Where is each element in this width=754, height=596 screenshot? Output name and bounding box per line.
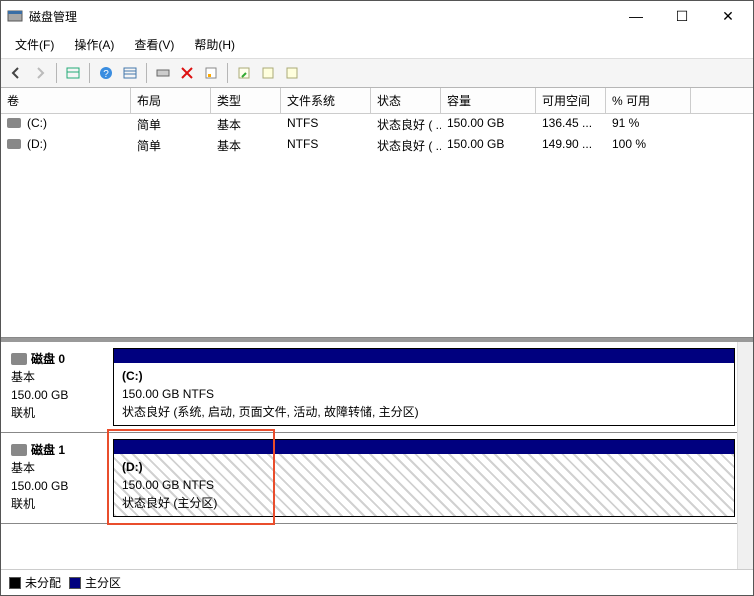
- vol-name: (C:): [27, 116, 47, 130]
- col-capacity[interactable]: 容量: [441, 88, 536, 113]
- forward-button[interactable]: [29, 62, 51, 84]
- partition-bar: [114, 349, 734, 363]
- disk-name: 磁盘 1: [31, 443, 65, 457]
- col-layout[interactable]: 布局: [131, 88, 211, 113]
- vol-name: (D:): [27, 137, 47, 151]
- disk-state: 联机: [11, 495, 103, 513]
- toolbar: ?: [1, 59, 753, 88]
- svg-text:?: ?: [103, 69, 109, 80]
- disk-label[interactable]: 磁盘 1 基本 150.00 GB 联机: [7, 439, 107, 517]
- vol-status: 状态良好 ( ...: [371, 135, 441, 156]
- legend: 未分配 主分区: [1, 569, 753, 595]
- vol-status: 状态良好 ( ...: [371, 114, 441, 135]
- toolbar-view-icon[interactable]: [62, 62, 84, 84]
- disk-label[interactable]: 磁盘 0 基本 150.00 GB 联机: [7, 348, 107, 426]
- close-button[interactable]: ✕: [705, 1, 751, 31]
- partition-size: 150.00 GB NTFS: [122, 478, 214, 492]
- properties-icon[interactable]: [200, 62, 222, 84]
- disk-row: 磁盘 0 基本 150.00 GB 联机 (C:) 150.00 GB NTFS…: [1, 342, 753, 433]
- disk-icon: [7, 118, 21, 128]
- minimize-button[interactable]: —: [613, 1, 659, 31]
- toolbar-disks-icon[interactable]: [152, 62, 174, 84]
- separator: [56, 63, 57, 83]
- partition[interactable]: (C:) 150.00 GB NTFS 状态良好 (系统, 启动, 页面文件, …: [113, 348, 735, 426]
- col-type[interactable]: 类型: [211, 88, 281, 113]
- vol-capacity: 150.00 GB: [441, 114, 536, 135]
- partition-size: 150.00 GB NTFS: [122, 387, 214, 401]
- partition-title: (C:): [122, 369, 143, 383]
- partition-status: 状态良好 (系统, 启动, 页面文件, 活动, 故障转储, 主分区): [122, 405, 419, 419]
- disk-icon: [11, 444, 27, 456]
- menu-view[interactable]: 查看(V): [124, 33, 184, 56]
- vol-pct: 100 %: [606, 135, 691, 156]
- volume-row[interactable]: (C:) 简单 基本 NTFS 状态良好 ( ... 150.00 GB 136…: [1, 114, 753, 135]
- vol-layout: 简单: [131, 135, 211, 156]
- vol-capacity: 150.00 GB: [441, 135, 536, 156]
- swatch-primary: [69, 577, 81, 589]
- col-free[interactable]: 可用空间: [536, 88, 606, 113]
- swatch-unallocated: [9, 577, 21, 589]
- disk-icon: [11, 353, 27, 365]
- disk-kind: 基本: [11, 368, 103, 386]
- toolbar-icon-a[interactable]: [257, 62, 279, 84]
- menu-file[interactable]: 文件(F): [5, 33, 64, 56]
- partition-bar: [114, 440, 734, 454]
- vol-fs: NTFS: [281, 114, 371, 135]
- vol-layout: 简单: [131, 114, 211, 135]
- disk-row: 磁盘 1 基本 150.00 GB 联机 (D:) 150.00 GB NTFS…: [1, 433, 753, 524]
- separator: [146, 63, 147, 83]
- maximize-button[interactable]: ☐: [659, 1, 705, 31]
- volume-list: 卷 布局 类型 文件系统 状态 容量 可用空间 % 可用 (C:) 简单 基本 …: [1, 88, 753, 338]
- vol-type: 基本: [211, 114, 281, 135]
- menu-bar: 文件(F) 操作(A) 查看(V) 帮助(H): [1, 31, 753, 59]
- vol-free: 149.90 ...: [536, 135, 606, 156]
- disk-size: 150.00 GB: [11, 386, 103, 404]
- disk-kind: 基本: [11, 459, 103, 477]
- col-pct[interactable]: % 可用: [606, 88, 691, 113]
- disk-icon: [7, 139, 21, 149]
- disk-graphical-view: 磁盘 0 基本 150.00 GB 联机 (C:) 150.00 GB NTFS…: [1, 338, 753, 569]
- vol-pct: 91 %: [606, 114, 691, 135]
- menu-help[interactable]: 帮助(H): [184, 33, 245, 56]
- back-button[interactable]: [5, 62, 27, 84]
- scrollbar[interactable]: [737, 342, 753, 569]
- window-title: 磁盘管理: [29, 8, 613, 25]
- col-filesystem[interactable]: 文件系统: [281, 88, 371, 113]
- volume-row[interactable]: (D:) 简单 基本 NTFS 状态良好 ( ... 150.00 GB 149…: [1, 135, 753, 156]
- app-icon: [7, 8, 23, 24]
- legend-unallocated: 未分配: [25, 576, 61, 590]
- col-volume[interactable]: 卷: [1, 88, 131, 113]
- vol-fs: NTFS: [281, 135, 371, 156]
- partition-title: (D:): [122, 460, 143, 474]
- disk-size: 150.00 GB: [11, 477, 103, 495]
- title-bar: 磁盘管理 — ☐ ✕: [1, 1, 753, 31]
- partition[interactable]: (D:) 150.00 GB NTFS 状态良好 (主分区): [113, 439, 735, 517]
- volume-list-body: (C:) 简单 基本 NTFS 状态良好 ( ... 150.00 GB 136…: [1, 114, 753, 156]
- menu-action[interactable]: 操作(A): [64, 33, 124, 56]
- separator: [89, 63, 90, 83]
- col-spacer: [691, 88, 753, 113]
- vol-free: 136.45 ...: [536, 114, 606, 135]
- separator: [227, 63, 228, 83]
- toolbar-list-icon[interactable]: [119, 62, 141, 84]
- partition-status: 状态良好 (主分区): [122, 496, 217, 510]
- help-icon[interactable]: ?: [95, 62, 117, 84]
- refresh-icon[interactable]: [233, 62, 255, 84]
- vol-type: 基本: [211, 135, 281, 156]
- toolbar-icon-b[interactable]: [281, 62, 303, 84]
- disk-name: 磁盘 0: [31, 352, 65, 366]
- col-status[interactable]: 状态: [371, 88, 441, 113]
- legend-primary: 主分区: [85, 576, 121, 590]
- volume-list-header: 卷 布局 类型 文件系统 状态 容量 可用空间 % 可用: [1, 88, 753, 114]
- delete-icon[interactable]: [176, 62, 198, 84]
- disk-state: 联机: [11, 404, 103, 422]
